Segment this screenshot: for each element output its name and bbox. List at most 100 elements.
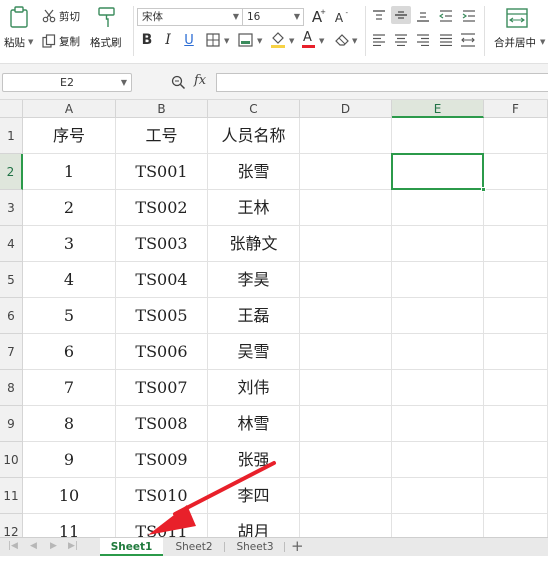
decrease-font-size-button[interactable]: A -	[330, 9, 348, 27]
add-sheet-button[interactable]: +	[291, 538, 304, 555]
table-cell[interactable]: TS006	[116, 334, 208, 370]
align-middle-button[interactable]	[391, 6, 411, 24]
underline-button[interactable]: U	[181, 31, 197, 49]
table-cell[interactable]	[484, 154, 548, 190]
table-cell[interactable]: 11	[23, 514, 116, 537]
table-cell[interactable]	[392, 190, 484, 226]
row-header-3[interactable]: 3	[0, 190, 23, 226]
table-cell[interactable]	[392, 406, 484, 442]
table-cell[interactable]: TS003	[116, 226, 208, 262]
table-cell[interactable]: 张强	[208, 442, 300, 478]
row-header-11[interactable]: 11	[0, 478, 23, 514]
select-all-corner[interactable]	[0, 100, 23, 118]
table-cell[interactable]: TS002	[116, 190, 208, 226]
table-cell[interactable]	[300, 514, 392, 537]
first-sheet-icon[interactable]: |◀	[8, 541, 18, 551]
table-cell[interactable]	[484, 226, 548, 262]
table-cell[interactable]	[484, 406, 548, 442]
header-cell[interactable]	[392, 118, 484, 154]
header-cell[interactable]: 人员名称	[208, 118, 300, 154]
table-cell[interactable]	[300, 334, 392, 370]
font-name-select[interactable]: 宋体 ▼	[137, 8, 243, 26]
header-cell[interactable]	[484, 118, 548, 154]
distributed-align-icon[interactable]	[460, 33, 476, 47]
table-cell[interactable]	[392, 298, 484, 334]
table-cell[interactable]	[484, 370, 548, 406]
table-cell[interactable]: 8	[23, 406, 116, 442]
active-cell-selection[interactable]	[391, 153, 486, 192]
table-cell[interactable]: TS010	[116, 478, 208, 514]
borders-button[interactable]: ▼	[204, 31, 232, 49]
column-header-c[interactable]: C	[208, 100, 300, 118]
fill-color-button[interactable]: ▼	[268, 30, 298, 50]
table-cell[interactable]	[392, 514, 484, 537]
table-cell[interactable]	[484, 298, 548, 334]
header-cell[interactable]	[300, 118, 392, 154]
table-cell[interactable]	[300, 370, 392, 406]
table-cell[interactable]: 王磊	[208, 298, 300, 334]
table-cell[interactable]: TS009	[116, 442, 208, 478]
column-header-e[interactable]: E	[392, 100, 484, 118]
column-header-f[interactable]: F	[484, 100, 548, 118]
tab-sheet3[interactable]: Sheet3	[225, 538, 285, 556]
table-cell[interactable]: 1	[23, 154, 116, 190]
table-cell[interactable]: TS001	[116, 154, 208, 190]
row-header-2[interactable]: 2	[0, 154, 23, 190]
table-cell[interactable]	[392, 226, 484, 262]
table-cell[interactable]	[392, 442, 484, 478]
row-header-10[interactable]: 10	[0, 442, 23, 478]
align-bottom-icon[interactable]	[416, 10, 430, 22]
format-painter-button[interactable]: 格式刷	[88, 6, 128, 50]
table-cell[interactable]	[300, 298, 392, 334]
column-header-d[interactable]: D	[300, 100, 392, 118]
column-header-a[interactable]: A	[23, 100, 116, 118]
bold-button[interactable]: B	[139, 31, 155, 49]
tab-sheet1[interactable]: Sheet1	[100, 538, 163, 556]
prev-sheet-icon[interactable]: ◀	[30, 541, 37, 551]
copy-button[interactable]: 复制	[42, 33, 86, 49]
paste-button[interactable]: 粘贴 ▼	[2, 6, 36, 50]
name-box[interactable]: E2 ▼	[2, 73, 132, 92]
tab-sheet2[interactable]: Sheet2	[163, 538, 225, 556]
table-cell[interactable]: TS008	[116, 406, 208, 442]
formula-input[interactable]	[216, 73, 548, 92]
table-cell[interactable]	[300, 406, 392, 442]
cut-button[interactable]: 剪切	[42, 8, 86, 24]
align-top-icon[interactable]	[372, 10, 386, 22]
table-cell[interactable]: 6	[23, 334, 116, 370]
table-cell[interactable]: 吴雪	[208, 334, 300, 370]
decrease-indent-icon[interactable]	[439, 10, 453, 22]
row-header-5[interactable]: 5	[0, 262, 23, 298]
table-cell[interactable]: 刘伟	[208, 370, 300, 406]
last-sheet-icon[interactable]: ▶|	[68, 541, 78, 551]
table-cell[interactable]: 李昊	[208, 262, 300, 298]
font-color-button[interactable]: A ▼	[300, 30, 328, 50]
increase-font-size-button[interactable]: A +	[308, 8, 326, 26]
table-cell[interactable]	[300, 442, 392, 478]
table-cell[interactable]: 王林	[208, 190, 300, 226]
table-cell[interactable]	[484, 190, 548, 226]
italic-button[interactable]: I	[160, 31, 176, 49]
align-center-icon[interactable]	[394, 34, 408, 46]
table-cell[interactable]: TS007	[116, 370, 208, 406]
paste-dropdown-icon[interactable]: ▼	[28, 38, 33, 46]
clear-format-button[interactable]: ▼	[332, 30, 360, 50]
table-cell[interactable]: 9	[23, 442, 116, 478]
header-cell[interactable]: 序号	[23, 118, 116, 154]
zoom-search-icon[interactable]	[171, 75, 186, 90]
row-header-6[interactable]: 6	[0, 298, 23, 334]
table-cell[interactable]: 张静文	[208, 226, 300, 262]
row-header-9[interactable]: 9	[0, 406, 23, 442]
table-cell[interactable]: TS004	[116, 262, 208, 298]
fill-handle[interactable]	[481, 187, 486, 192]
table-cell[interactable]	[392, 478, 484, 514]
table-cell[interactable]	[300, 226, 392, 262]
table-cell[interactable]	[300, 154, 392, 190]
table-cell[interactable]	[484, 262, 548, 298]
table-cell[interactable]: 5	[23, 298, 116, 334]
table-cell[interactable]: 李四	[208, 478, 300, 514]
merge-center-button[interactable]: 合并居中 ▼	[488, 6, 548, 50]
table-cell[interactable]: TS005	[116, 298, 208, 334]
table-cell[interactable]	[392, 262, 484, 298]
table-cell[interactable]: 10	[23, 478, 116, 514]
